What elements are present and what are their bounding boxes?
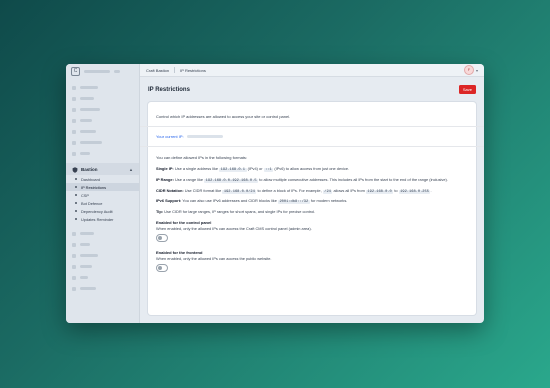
- sidebar-section-bastion[interactable]: Bastion ▲: [66, 163, 139, 175]
- current-ip-row: Your current IP:: [156, 127, 468, 146]
- help-text: (IPv6) to allow access from just one dev…: [273, 166, 350, 171]
- site-logo[interactable]: C: [71, 66, 80, 76]
- fe-toggle-desc: When enabled, only the allowed IPs can a…: [156, 256, 272, 262]
- fe-toggle-title: Enabled for the frontend: [156, 250, 203, 256]
- help-text: to allow multiple consecutive addresses.…: [258, 176, 448, 182]
- sidebar-item-csp[interactable]: CSP: [66, 191, 139, 199]
- code-sample: ::1: [263, 168, 274, 172]
- help-text: for modern networks.: [309, 198, 348, 204]
- bullet-icon: [75, 210, 77, 212]
- sidebar-item-label: Updates Reminder: [81, 216, 114, 222]
- toggle-knob: [158, 266, 162, 271]
- bullet-icon: [75, 194, 77, 196]
- bullet-icon: [75, 218, 77, 220]
- sidebar-item-redacted[interactable]: [66, 250, 139, 261]
- divider: [140, 146, 484, 147]
- sidebar-item-label: CSP: [81, 192, 89, 198]
- single-ip-title: Single IP:: [156, 166, 174, 171]
- help-text: (IPv4) or: [246, 166, 264, 171]
- help-text: .: [430, 187, 432, 193]
- help-text: Use a single address like: [173, 166, 220, 171]
- ip-range-title: IP Range:: [156, 176, 174, 182]
- sidebar-section-label: Bastion: [81, 166, 98, 172]
- help-text: Use a range like: [173, 176, 205, 182]
- sidebar-item-redacted[interactable]: [66, 272, 139, 283]
- save-button[interactable]: Save: [458, 85, 476, 94]
- topbar: Craft Bastion IP Restrictions F ▾: [140, 64, 484, 77]
- breadcrumb-separator: [174, 67, 176, 73]
- page-title: IP Restrictions: [148, 86, 190, 93]
- bullet-icon: [75, 178, 77, 180]
- site-switch-redacted: [114, 69, 120, 73]
- help-text: Use CIDR for large ranges, IP ranges for…: [163, 209, 316, 215]
- breadcrumb-ip-restrictions[interactable]: IP Restrictions: [180, 68, 206, 73]
- sidebar-item-label: Dependency Audit: [81, 208, 113, 214]
- help-text: You can also use IPv6 addresses and CIDR…: [181, 198, 278, 204]
- code-sample: 192.168.0.255: [398, 189, 431, 194]
- shield-icon: [72, 160, 78, 178]
- bullet-icon: [75, 186, 77, 188]
- sidebar-item-label: IP Restrictions: [81, 184, 107, 190]
- app-window: C Bastion ▲ Dashboard IP Restrictions CS…: [66, 64, 484, 323]
- sidebar-item-redacted[interactable]: [66, 239, 139, 250]
- sidebar-item-redacted[interactable]: [66, 115, 139, 126]
- chevron-up-icon[interactable]: ▲: [129, 167, 133, 172]
- control-panel-toggle[interactable]: [156, 234, 168, 243]
- sidebar-item-redacted[interactable]: [66, 137, 139, 148]
- help-text: to: [393, 187, 399, 193]
- avatar: F: [463, 65, 474, 75]
- toggle-knob: [158, 236, 162, 241]
- ip-range-help: IP Range: Use a range like 192.168.0.0-1…: [156, 177, 468, 184]
- sidebar-item-redacted[interactable]: [66, 93, 139, 104]
- breadcrumb-craft-bastion[interactable]: Craft Bastion: [146, 68, 169, 73]
- formats-lead: You can define allowed IPs in the follow…: [156, 155, 248, 160]
- intro-text: Control which IP addresses are allowed t…: [156, 114, 291, 119]
- sidebar-item-redacted[interactable]: [66, 148, 139, 159]
- settings-card: Control which IP addresses are allowed t…: [140, 102, 484, 315]
- sidebar-item-redacted[interactable]: [66, 261, 139, 272]
- ipv6-title: IPv6 Support:: [156, 198, 182, 204]
- help-text: allows all IPs from: [332, 187, 366, 193]
- sidebar-item-redacted[interactable]: [66, 82, 139, 93]
- sidebar-item-label: Bot Defence: [81, 200, 103, 206]
- sidebar-header: C: [66, 64, 139, 78]
- cidr-title: CIDR Notation:: [156, 187, 184, 193]
- frontend-toggle[interactable]: [156, 264, 168, 273]
- user-menu[interactable]: F ▾: [463, 65, 478, 75]
- help-text: to define a block of IPs. For example,: [256, 187, 323, 193]
- sidebar-item-dependency-audit[interactable]: Dependency Audit: [66, 207, 139, 215]
- sidebar-item-redacted[interactable]: [66, 228, 139, 239]
- page-header: IP Restrictions Save: [140, 77, 484, 102]
- current-ip-redacted: [186, 135, 223, 138]
- help-text: Use CIDR format like: [183, 187, 223, 193]
- chevron-down-icon: ▾: [475, 67, 478, 73]
- code-sample: 192.168.0.1: [219, 168, 247, 172]
- code-sample: /24: [322, 189, 333, 194]
- tip-title: Tip:: [156, 209, 164, 215]
- code-sample: 192.168.0.0-192.168.0.5: [204, 178, 259, 183]
- sidebar-item-label: Dashboard: [81, 176, 101, 182]
- current-ip-label: Your current IP:: [156, 134, 184, 139]
- sidebar: C Bastion ▲ Dashboard IP Restrictions CS…: [66, 64, 140, 323]
- main-area: Craft Bastion IP Restrictions F ▾ IP Res…: [140, 64, 484, 323]
- sidebar-item-ip-restrictions[interactable]: IP Restrictions: [66, 183, 139, 191]
- ipv6-help: IPv6 Support: You can also use IPv6 addr…: [156, 198, 468, 205]
- sidebar-item-bot-defence[interactable]: Bot Defence: [66, 199, 139, 207]
- cidr-help: CIDR Notation: Use CIDR format like 192.…: [156, 188, 468, 195]
- bullet-icon: [75, 202, 77, 204]
- site-name-redacted: [84, 69, 110, 73]
- sidebar-item-updates-reminder[interactable]: Updates Reminder: [66, 215, 139, 223]
- sidebar-item-redacted[interactable]: [66, 126, 139, 137]
- sidebar-item-redacted[interactable]: [66, 104, 139, 115]
- code-sample: 192.168.0.0/24: [222, 189, 257, 194]
- cp-toggle-desc: When enabled, only the allowed IPs can a…: [156, 226, 312, 232]
- sidebar-item-redacted[interactable]: [66, 283, 139, 294]
- single-ip-help: Single IP: Use a single address like 192…: [156, 166, 468, 173]
- code-sample: 192.168.0.0: [365, 189, 394, 194]
- tip-help: Tip: Use CIDR for large ranges, IP range…: [156, 209, 468, 214]
- code-sample: 2001:db8::/32: [277, 200, 310, 205]
- cp-toggle-title: Enabled for the control panel: [156, 220, 212, 226]
